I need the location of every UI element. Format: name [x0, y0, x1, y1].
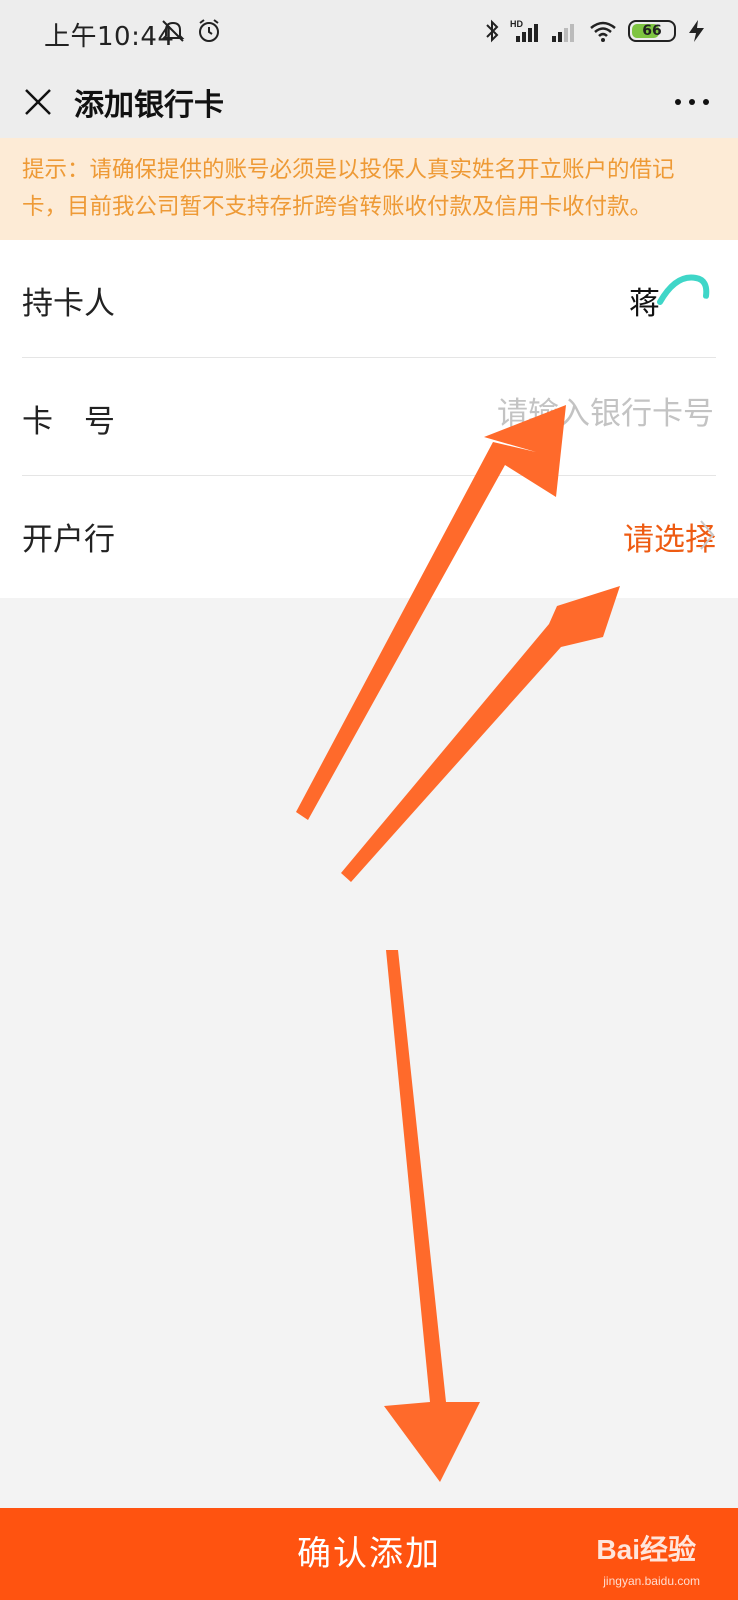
holder-label: 持卡人	[22, 286, 115, 322]
battery-icon: 66	[628, 20, 676, 42]
status-left-icons	[160, 18, 222, 44]
alarm-icon	[199, 19, 219, 42]
confirm-add-label: 确认添加	[297, 1534, 441, 1574]
status-bar: 上午10:44 HD 66	[0, 0, 738, 66]
close-icon[interactable]	[22, 86, 54, 118]
holder-row: 持卡人 蒋	[22, 240, 716, 358]
wifi-icon	[590, 21, 616, 42]
bank-row[interactable]: 开户行 请选择	[22, 476, 716, 594]
bank-card-form: 持卡人 蒋 卡 号 开户行 请选择	[0, 240, 738, 598]
page-title: 添加银行卡	[74, 88, 224, 123]
charging-icon	[689, 20, 704, 42]
redaction-mark	[657, 274, 716, 310]
card-number-input[interactable]	[452, 390, 716, 438]
card-number-label: 卡 号	[22, 404, 115, 440]
signal-icon	[552, 24, 574, 42]
watermark-url: jingyan.baidu.com	[603, 1574, 700, 1588]
battery-level: 66	[642, 23, 662, 39]
hd-signal-icon: HD	[510, 19, 538, 42]
bluetooth-icon	[486, 19, 499, 43]
baidu-jingyan-watermark: Bai经验	[596, 1534, 696, 1565]
svg-text:HD: HD	[510, 19, 523, 29]
status-right-icons: HD 66	[484, 18, 708, 44]
arrow-to-bank-select	[341, 586, 620, 882]
notice-text: 提示：请确保提供的账号必须是以投保人真实姓名开立账户的借记卡，目前我公司暂不支持…	[22, 157, 675, 220]
bank-label: 开户行	[22, 522, 115, 558]
more-icon[interactable]	[672, 90, 712, 114]
status-time: 上午10:44	[44, 22, 175, 52]
card-number-row: 卡 号	[22, 358, 716, 476]
notice-banner: 提示：请确保提供的账号必须是以投保人真实姓名开立账户的借记卡，目前我公司暂不支持…	[0, 138, 738, 240]
chevron-right-icon	[700, 520, 715, 550]
mute-icon	[161, 20, 185, 42]
nav-bar: 添加银行卡	[0, 66, 738, 138]
arrow-to-confirm-button	[384, 950, 480, 1482]
